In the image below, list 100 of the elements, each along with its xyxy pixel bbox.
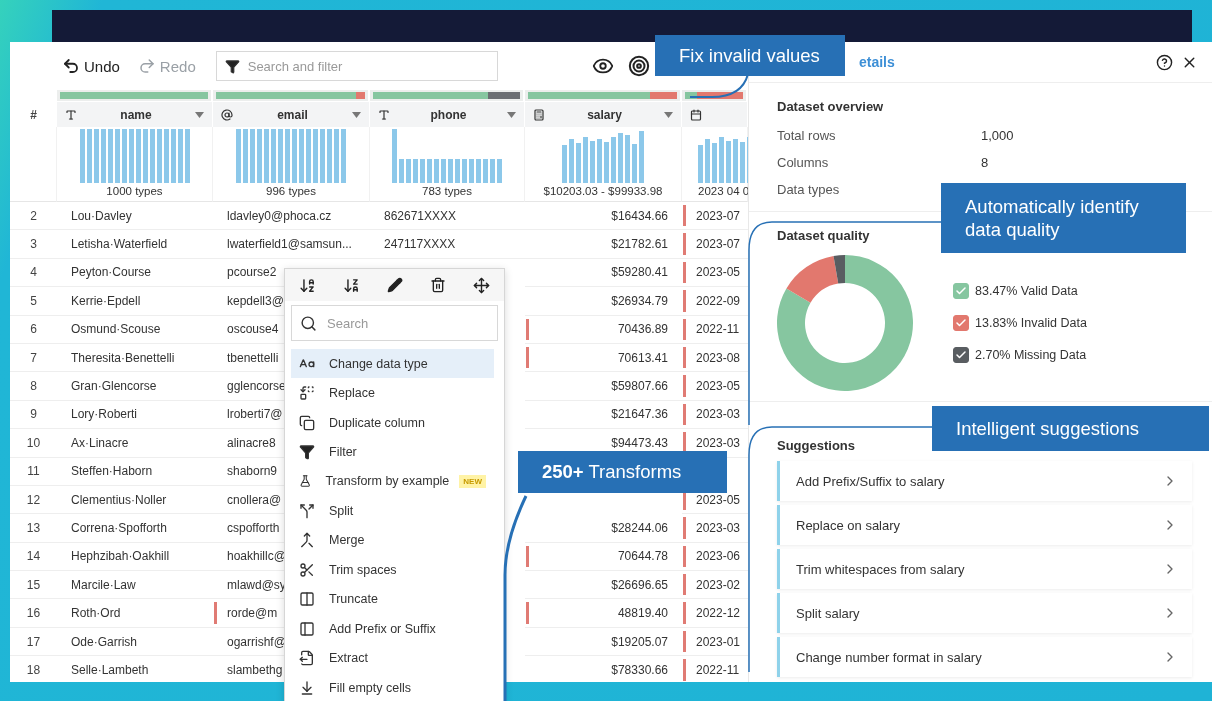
row-number: 3 [10,230,57,259]
row-number: 5 [10,287,57,316]
column-header[interactable]: name [57,102,213,127]
table-cell: 2022-09 [682,287,748,316]
leader-line [689,73,749,98]
table-cell: 2023-07 [682,202,748,231]
menu-search-field[interactable]: Search [291,305,498,341]
filter-icon [224,58,240,74]
search-field[interactable]: Search and filter [215,51,498,81]
sort-descending-icon[interactable] [342,276,360,294]
callout-label: Intelligent suggestions [932,406,1209,451]
help-icon[interactable] [1156,53,1173,71]
legend-label: 13.83% Invalid Data [975,316,1087,330]
check-icon [955,317,967,329]
table-cell: $26934.79 [525,287,682,316]
pencil-icon[interactable] [386,277,403,293]
callout-label: Automatically identify data quality [941,183,1186,253]
table-cell: Letisha·Waterfield [57,230,213,259]
table-cell: 2023-07 [682,230,748,259]
new-badge: NEW [459,474,486,488]
table-cell: Correna·Spofforth [57,514,213,543]
table-cell: $21647.36 [525,400,682,430]
table-cell: 2023-02 [682,571,748,600]
suggestion-item[interactable]: Trim whitespaces from salary [777,549,1192,589]
row-number: 15 [10,571,57,600]
row-number: 6 [10,315,57,344]
text-type-icon [65,108,77,121]
column-header[interactable]: salary [525,102,682,127]
column-name: email [276,107,309,122]
table-cell: 2023-01 [682,627,748,657]
replace-icon [299,385,315,402]
row-number: 9 [10,400,57,430]
table-cell: 2023-03 [682,400,748,430]
caret-icon[interactable] [507,111,516,118]
overview-value: 1,000 [981,128,1015,143]
table-cell: Gran·Glencorse [57,372,213,401]
column-summary: 783 types [422,185,472,197]
search-icon [300,314,317,332]
row-number: 17 [10,627,57,657]
column-header[interactable]: phone [370,102,525,127]
table-cell: Ode·Garrish [57,627,213,657]
column-name: phone [429,107,468,122]
table-cell: 2023-05 [682,258,748,288]
redo-icon [137,57,156,75]
row-number: 8 [10,372,57,401]
legend-checkbox[interactable] [953,347,969,363]
table-cell: Peyton·Course [57,258,213,288]
suggestion-item[interactable]: Change number format in salary [777,637,1192,677]
table-cell: Hephzibah·Oakhill [57,542,213,572]
columns-icon [299,591,315,608]
overview-label: Columns [777,155,830,170]
overview-label: Data types [777,182,841,197]
column-header[interactable] [682,102,748,127]
column-name: name [119,107,153,122]
legend-label: 2.70% Missing Data [975,348,1087,362]
table-cell: ldavley0@phoca.cz [213,202,370,231]
table-cell: 2023-06 [682,542,748,572]
table-cell: Marcile·Law [57,571,213,600]
table-cell: Lory·Roberti [57,400,213,430]
sort-ascending-icon[interactable] [298,276,316,294]
suggestion-item[interactable]: Add Prefix/Suffix to salary [777,461,1192,501]
table-cell: 70436.89 [525,315,682,344]
column-name: salary [586,107,623,122]
table-cell: 2023-03 [682,514,748,543]
copy-icon [299,414,315,431]
table-cell: $21782.61 [525,230,682,259]
panel-title: etails [859,54,896,70]
split-icon [299,502,315,519]
suggestion-item[interactable]: Replace on salary [777,505,1192,545]
column-header[interactable]: email [213,102,370,127]
undo-button[interactable]: Undo [60,55,122,77]
caret-icon[interactable] [195,111,204,118]
table-cell: 2023-08 [682,343,748,373]
menu-item[interactable]: Change data type [291,349,494,379]
caret-icon[interactable] [352,111,361,118]
table-cell: 48819.40 [525,599,682,628]
filter-icon [299,444,315,461]
trash-icon[interactable] [430,277,447,293]
move-icon[interactable] [473,276,491,294]
table-cell: $59280.41 [525,258,682,288]
legend-checkbox[interactable] [953,283,969,299]
calendar-icon [690,108,702,121]
file-output-icon [299,650,315,667]
table-cell: $19205.07 [525,627,682,657]
row-number: 18 [10,656,57,682]
table-cell: Osmund·Scouse [57,315,213,344]
legend-checkbox[interactable] [953,315,969,331]
table-cell: Theresita·Benettelli [57,343,213,373]
calculator-icon [533,108,545,121]
table-cell: Selle·Lambeth [57,656,213,682]
table-cell: $16434.66 [525,202,682,231]
row-number: 11 [10,457,57,486]
download-icon [299,679,315,696]
caret-icon[interactable] [664,111,673,118]
table-cell: Ax·Linacre [57,429,213,458]
search-input[interactable]: Search and filter [247,58,398,74]
table-cell: 70644.78 [525,542,682,572]
table-cell: 247117XXXX [370,230,525,259]
target-icon[interactable] [627,55,650,77]
suggestion-item[interactable]: Split salary [777,593,1192,633]
